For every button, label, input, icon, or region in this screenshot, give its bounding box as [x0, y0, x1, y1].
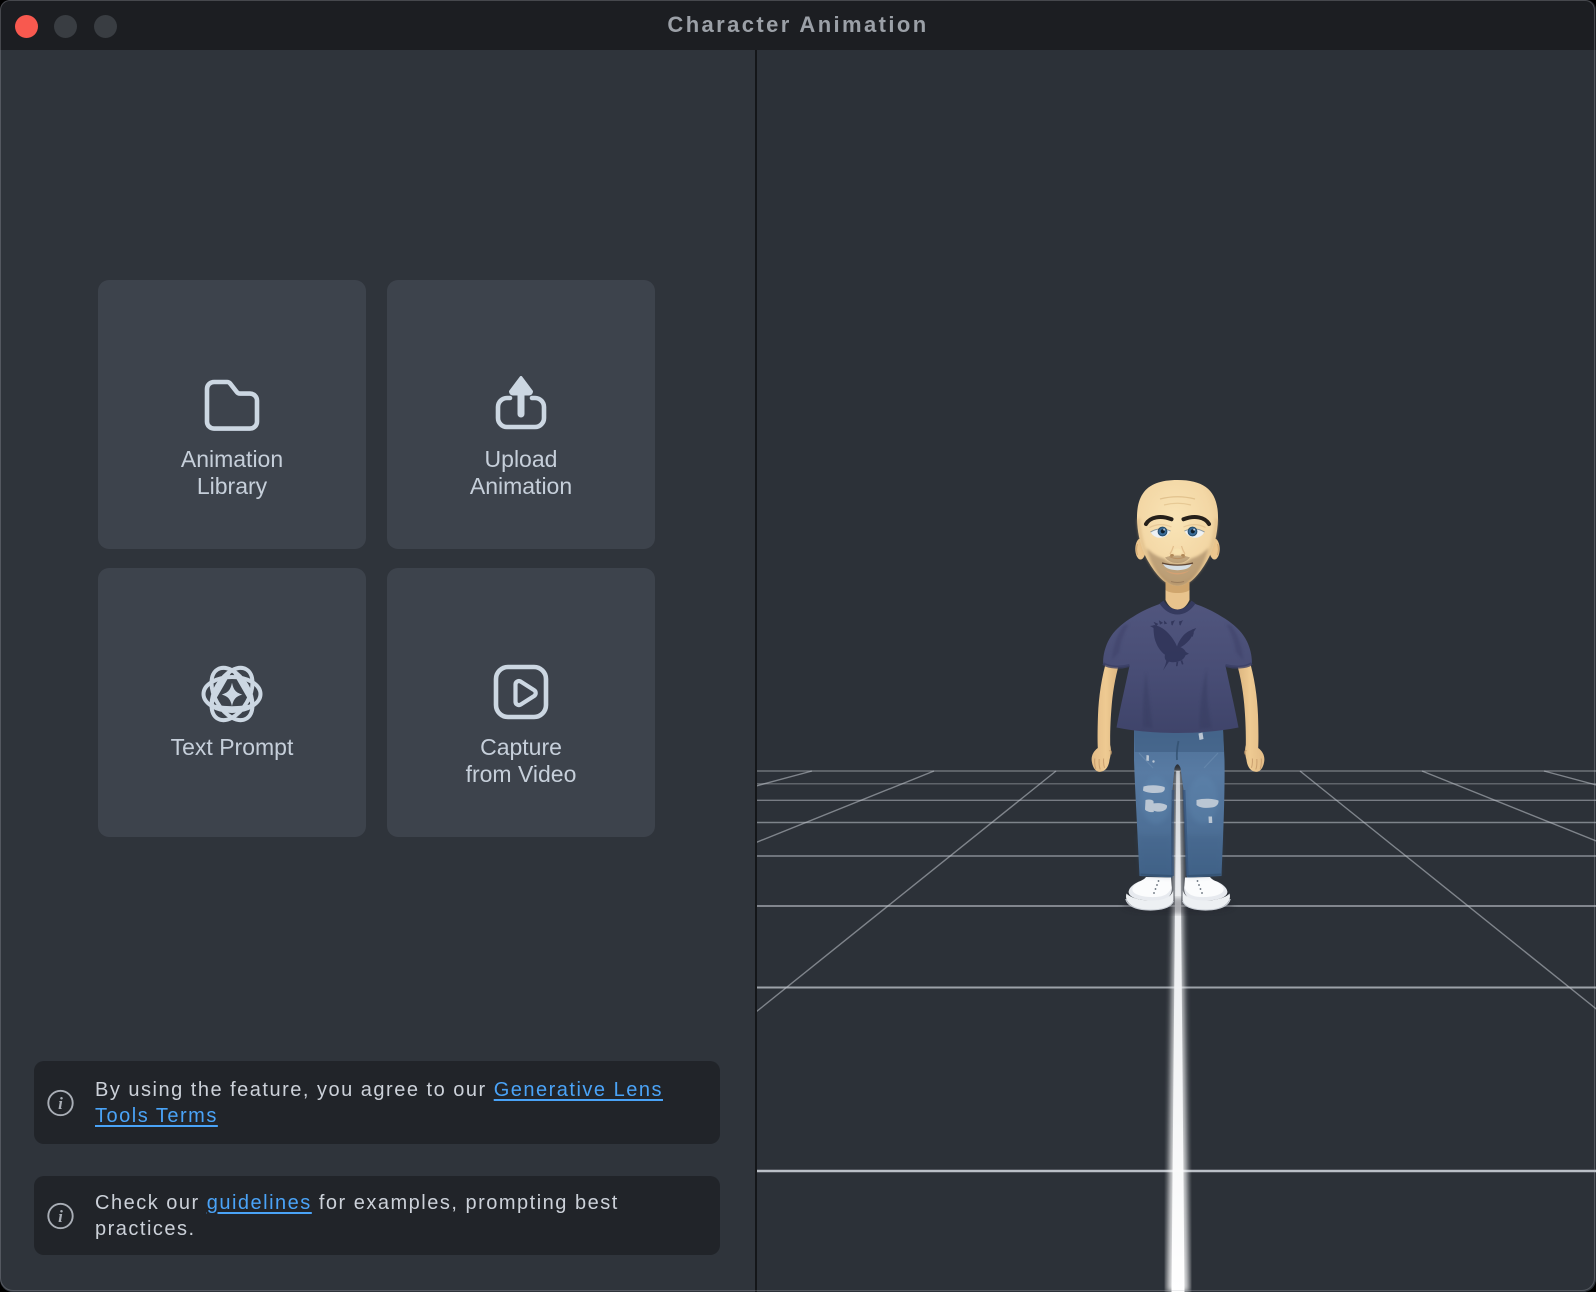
svg-text:i: i	[58, 1094, 63, 1113]
svg-text:i: i	[58, 1207, 63, 1226]
